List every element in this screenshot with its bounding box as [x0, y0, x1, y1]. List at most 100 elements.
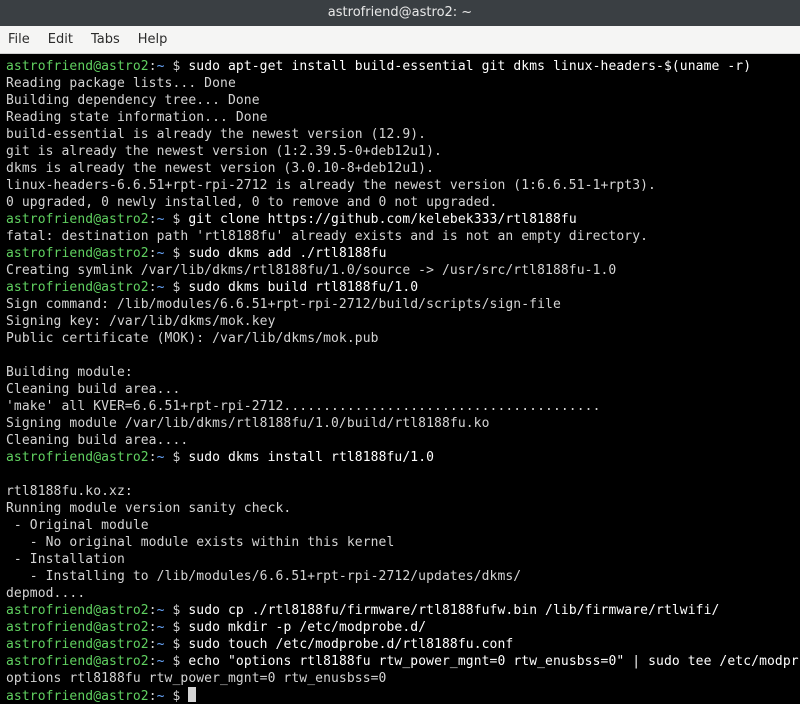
output-text: - Installation	[6, 552, 125, 567]
command-text: sudo dkms install rtl8188fu/1.0	[188, 450, 434, 465]
terminal-output-line: Reading state information... Done	[6, 109, 794, 126]
output-text: - Original module	[6, 518, 149, 533]
terminal-output-line: depmod....	[6, 585, 794, 602]
output-text: fatal: destination path 'rtl8188fu' alre…	[6, 229, 648, 244]
prompt-userhost: astrofriend@astro2	[6, 620, 149, 635]
output-text: linux-headers-6.6.51+rpt-rpi-2712 is alr…	[6, 178, 656, 193]
menu-help[interactable]: Help	[138, 32, 168, 47]
output-text: options rtl8188fu rtw_power_mgnt=0 rtw_e…	[6, 671, 386, 686]
prompt-colon: :	[149, 59, 157, 74]
prompt-userhost: astrofriend@astro2	[6, 603, 149, 618]
prompt-path: ~	[157, 212, 165, 227]
prompt-colon: :	[149, 280, 157, 295]
prompt-colon: :	[149, 212, 157, 227]
prompt-path: ~	[157, 603, 165, 618]
output-text: build-essential is already the newest ve…	[6, 127, 426, 142]
terminal-output-line: Cleaning build area...	[6, 381, 794, 398]
prompt-userhost: astrofriend@astro2	[6, 246, 149, 261]
output-text: Running module version sanity check.	[6, 501, 291, 516]
output-text: dkms is already the newest version (3.0.…	[6, 161, 434, 176]
terminal-output-line: Building dependency tree... Done	[6, 92, 794, 109]
terminal-output-line: Running module version sanity check.	[6, 500, 794, 517]
output-text: Public certificate (MOK): /var/lib/dkms/…	[6, 331, 379, 346]
prompt-userhost: astrofriend@astro2	[6, 212, 149, 227]
prompt-path: ~	[157, 620, 165, 635]
prompt-dollar: $	[165, 450, 189, 465]
prompt-userhost: astrofriend@astro2	[6, 450, 149, 465]
terminal-prompt-line: astrofriend@astro2:~ $ git clone https:/…	[6, 211, 794, 228]
prompt-userhost: astrofriend@astro2	[6, 654, 149, 669]
terminal-output-line: Signing module /var/lib/dkms/rtl8188fu/1…	[6, 415, 794, 432]
prompt-userhost: astrofriend@astro2	[6, 59, 149, 74]
terminal-output-line: Cleaning build area....	[6, 432, 794, 449]
prompt-path: ~	[157, 689, 165, 704]
prompt-path: ~	[157, 280, 165, 295]
command-text: sudo cp ./rtl8188fu/firmware/rtl8188fufw…	[188, 603, 719, 618]
terminal-prompt-line: astrofriend@astro2:~ $ sudo dkms install…	[6, 449, 794, 466]
prompt-path: ~	[157, 450, 165, 465]
command-text: sudo mkdir -p /etc/modprobe.d/	[188, 620, 426, 635]
terminal-output-line: dkms is already the newest version (3.0.…	[6, 160, 794, 177]
terminal-output-line	[6, 466, 794, 483]
output-text: - Installing to /lib/modules/6.6.51+rpt-…	[6, 569, 521, 584]
prompt-colon: :	[149, 603, 157, 618]
terminal-prompt-line: astrofriend@astro2:~ $ sudo dkms add ./r…	[6, 245, 794, 262]
terminal-output-line: Building module:	[6, 364, 794, 381]
prompt-dollar: $	[165, 280, 189, 295]
terminal-output-line: fatal: destination path 'rtl8188fu' alre…	[6, 228, 794, 245]
prompt-path: ~	[157, 637, 165, 652]
terminal-output-line: - Installing to /lib/modules/6.6.51+rpt-…	[6, 568, 794, 585]
output-text: Cleaning build area....	[6, 433, 188, 448]
command-text: sudo dkms add ./rtl8188fu	[188, 246, 386, 261]
output-text: Signing module /var/lib/dkms/rtl8188fu/1…	[6, 416, 490, 431]
prompt-dollar: $	[165, 59, 189, 74]
terminal-prompt-line: astrofriend@astro2:~ $ sudo cp ./rtl8188…	[6, 602, 794, 619]
prompt-dollar: $	[165, 637, 189, 652]
window-titlebar: astrofriend@astro2: ~	[0, 0, 800, 26]
terminal-prompt-line: astrofriend@astro2:~ $ sudo dkms build r…	[6, 279, 794, 296]
terminal-output-line: Signing key: /var/lib/dkms/mok.key	[6, 313, 794, 330]
prompt-colon: :	[149, 450, 157, 465]
prompt-path: ~	[157, 59, 165, 74]
output-text: Reading package lists... Done	[6, 76, 236, 91]
prompt-path: ~	[157, 654, 165, 669]
output-text: Sign command: /lib/modules/6.6.51+rpt-rp…	[6, 297, 561, 312]
terminal-output-line: build-essential is already the newest ve…	[6, 126, 794, 143]
prompt-dollar: $	[165, 654, 189, 669]
terminal-output-line: linux-headers-6.6.51+rpt-rpi-2712 is alr…	[6, 177, 794, 194]
prompt-userhost: astrofriend@astro2	[6, 689, 149, 704]
menu-file[interactable]: File	[8, 32, 30, 47]
menu-tabs[interactable]: Tabs	[91, 32, 120, 47]
output-text: 0 upgraded, 0 newly installed, 0 to remo…	[6, 195, 497, 210]
output-text	[6, 348, 14, 363]
command-text: sudo apt-get install build-essential git…	[188, 59, 751, 74]
menubar: File Edit Tabs Help	[0, 26, 800, 54]
terminal-output-line: git is already the newest version (1:2.3…	[6, 143, 794, 160]
prompt-colon: :	[149, 246, 157, 261]
output-text: depmod....	[6, 586, 85, 601]
terminal-prompt-line: astrofriend@astro2:~ $	[6, 687, 794, 704]
prompt-colon: :	[149, 689, 157, 704]
command-text: git clone https://github.com/kelebek333/…	[188, 212, 576, 227]
terminal-prompt-line: astrofriend@astro2:~ $ sudo touch /etc/m…	[6, 636, 794, 653]
terminal-output-line: - Installation	[6, 551, 794, 568]
terminal-prompt-line: astrofriend@astro2:~ $ sudo mkdir -p /et…	[6, 619, 794, 636]
menu-edit[interactable]: Edit	[48, 32, 73, 47]
prompt-colon: :	[149, 654, 157, 669]
prompt-path: ~	[157, 246, 165, 261]
output-text: Cleaning build area...	[6, 382, 180, 397]
terminal-output-line	[6, 347, 794, 364]
prompt-userhost: astrofriend@astro2	[6, 280, 149, 295]
output-text: 'make' all KVER=6.6.51+rpt-rpi-2712.....…	[6, 399, 601, 414]
output-text: - No original module exists within this …	[6, 535, 394, 550]
prompt-dollar: $	[165, 603, 189, 618]
terminal-output-line: 'make' all KVER=6.6.51+rpt-rpi-2712.....…	[6, 398, 794, 415]
terminal-output-line: - Original module	[6, 517, 794, 534]
terminal-output-line: options rtl8188fu rtw_power_mgnt=0 rtw_e…	[6, 670, 794, 687]
terminal-viewport[interactable]: astrofriend@astro2:~ $ sudo apt-get inst…	[0, 54, 800, 704]
prompt-dollar: $	[165, 689, 189, 704]
command-text: sudo dkms build rtl8188fu/1.0	[188, 280, 418, 295]
output-text: Building module:	[6, 365, 133, 380]
window-title: astrofriend@astro2: ~	[328, 5, 472, 20]
prompt-dollar: $	[165, 246, 189, 261]
